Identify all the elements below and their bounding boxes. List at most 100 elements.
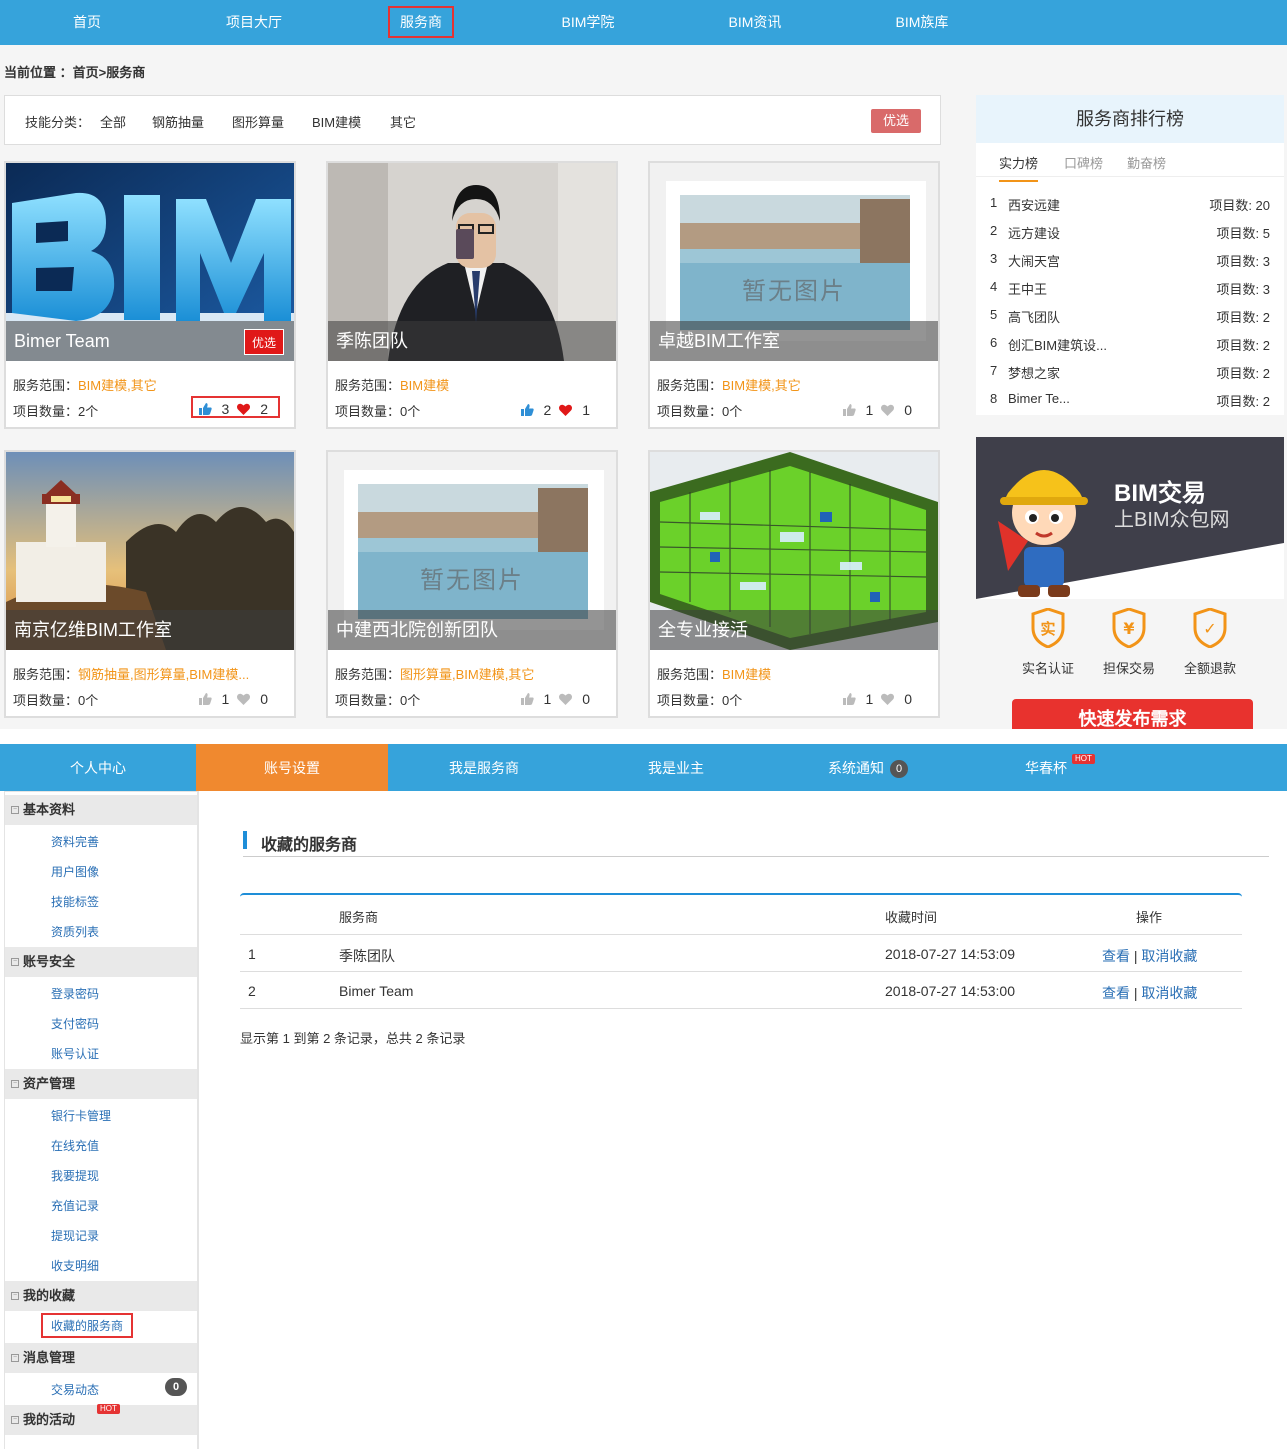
sidebar-group-account-security[interactable]: − 账号安全 bbox=[5, 947, 197, 977]
provider-card[interactable]: 暂无图片 中建西北院创新团队 服务范围：图形算量,BIM建模,其它 项目数量：0… bbox=[326, 450, 618, 718]
sidebar-item-profile[interactable]: 资料完善 bbox=[51, 833, 99, 850]
cancel-favorite-link[interactable]: 取消收藏 bbox=[1141, 948, 1197, 964]
collapse-icon: − bbox=[11, 1416, 19, 1424]
sidebar-item-avatar[interactable]: 用户图像 bbox=[51, 863, 99, 880]
nav-project-hall[interactable]: 项目大厅 bbox=[194, 0, 314, 45]
thumbs-up-icon[interactable] bbox=[198, 693, 212, 705]
provider-card[interactable]: Bimer Team 优选 服务范围：BIM建模,其它 项目数量：2个 3 2 bbox=[4, 161, 296, 429]
thumbs-up-icon[interactable] bbox=[198, 403, 212, 415]
account-settings-page: 个人中心 账号设置 我是服务商 我是业主 系统通知 0 华春杯 HOT − 基本资料… bbox=[0, 744, 1287, 1449]
provider-card[interactable]: 全专业接活 服务范围：BIM建模 项目数量：0个 1 0 bbox=[648, 450, 940, 718]
tab-reputation[interactable]: 口碑榜 bbox=[1064, 153, 1103, 172]
card-stats: 1 0 bbox=[837, 399, 922, 421]
card-title[interactable]: 季陈团队 bbox=[328, 321, 616, 361]
nav-service-provider[interactable]: 服务商 bbox=[361, 0, 481, 45]
thumbs-up-icon[interactable] bbox=[520, 404, 534, 416]
sidebar-item-favorite-providers[interactable]: 收藏的服务商 bbox=[41, 1313, 134, 1338]
like-count: 2 bbox=[543, 402, 552, 418]
filter-option-all[interactable]: 全部 bbox=[100, 112, 126, 131]
favorite-count: 0 bbox=[582, 691, 590, 707]
sidebar-item-recharge-records[interactable]: 充值记录 bbox=[51, 1197, 99, 1214]
provider-card[interactable]: 季陈团队 服务范围：BIM建模 项目数量：0个 2 1 bbox=[326, 161, 618, 429]
sidebar-item-qualifications[interactable]: 资质列表 bbox=[51, 923, 99, 940]
header-actions: 操作 bbox=[1136, 910, 1163, 925]
main-content: 收藏的服务商 服务商 收藏时间 操作 1 季陈团队 2018-07-27 14:… bbox=[198, 791, 1287, 1449]
card-stats: 1 0 bbox=[515, 688, 600, 710]
ranking-title: 服务商排行榜 bbox=[976, 95, 1284, 143]
heart-icon[interactable] bbox=[559, 693, 573, 705]
project-count: 项目数量：2个 bbox=[13, 404, 99, 419]
nav-bim-family-library[interactable]: BIM族库 bbox=[862, 0, 982, 45]
tab-i-am-owner[interactable]: 我是业主 bbox=[580, 744, 772, 791]
card-title[interactable]: 全专业接活 bbox=[650, 610, 938, 650]
svg-text:✓: ✓ bbox=[1203, 619, 1216, 638]
tab-personal-center[interactable]: 个人中心 bbox=[0, 744, 196, 791]
user-center-tabbar: 个人中心 账号设置 我是服务商 我是业主 系统通知 0 华春杯 HOT bbox=[0, 744, 1287, 791]
heart-icon[interactable] bbox=[237, 693, 251, 705]
tab-system-notice[interactable]: 系统通知 0 bbox=[772, 744, 964, 791]
svg-text:¥: ¥ bbox=[1123, 619, 1134, 638]
provider-card[interactable]: 暂无图片 卓越BIM工作室 服务范围：BIM建模,其它 项目数量：0个 1 0 bbox=[648, 161, 940, 429]
sidebar-item-withdraw-records[interactable]: 提现记录 bbox=[51, 1227, 99, 1244]
favorite-count: 1 bbox=[582, 402, 590, 418]
service-scope: 服务范围：BIM建模 bbox=[335, 378, 450, 393]
sidebar-item-login-password[interactable]: 登录密码 bbox=[51, 985, 99, 1002]
tab-strength[interactable]: 实力榜 bbox=[999, 153, 1039, 182]
view-link[interactable]: 查看 bbox=[1102, 948, 1130, 964]
no-image-text: 暂无图片 bbox=[742, 278, 846, 305]
sidebar-item-transactions[interactable]: 收支明细 bbox=[51, 1257, 99, 1274]
sidebar-item-account-verify[interactable]: 账号认证 bbox=[51, 1045, 99, 1062]
bim-trade-banner[interactable]: BIM交易 上BIM众包网 bbox=[976, 437, 1284, 599]
feature-guarantee: ¥ 担保交易 bbox=[1089, 600, 1169, 677]
service-scope: 服务范围：钢筋抽量,图形算量,BIM建模... bbox=[13, 667, 250, 682]
sidebar-item-pay-password[interactable]: 支付密码 bbox=[51, 1015, 99, 1032]
filter-option-rebar[interactable]: 钢筋抽量 bbox=[152, 112, 204, 131]
sidebar-item-skill-tags[interactable]: 技能标签 bbox=[51, 893, 99, 910]
thumbs-up-icon[interactable] bbox=[520, 693, 534, 705]
card-stats: 1 0 bbox=[193, 688, 278, 710]
filter-option-graphic[interactable]: 图形算量 bbox=[232, 112, 284, 131]
filter-option-other[interactable]: 其它 bbox=[390, 112, 416, 131]
thumbs-up-icon[interactable] bbox=[842, 693, 856, 705]
sidebar-group-basic-info[interactable]: − 基本资料 bbox=[5, 795, 197, 825]
collapse-icon: − bbox=[11, 1292, 19, 1300]
collapse-icon: − bbox=[11, 1080, 19, 1088]
card-title[interactable]: 南京亿维BIM工作室 bbox=[6, 610, 294, 650]
ranking-tabs: 实力榜 口碑榜 勤奋榜 bbox=[976, 143, 1284, 182]
filter-option-bim[interactable]: BIM建模 bbox=[312, 112, 361, 131]
heart-icon[interactable] bbox=[237, 403, 251, 415]
sidebar-group-assets[interactable]: − 资产管理 bbox=[5, 1069, 197, 1099]
heart-icon[interactable] bbox=[559, 404, 573, 416]
collapse-icon: − bbox=[11, 1354, 19, 1362]
heart-icon[interactable] bbox=[881, 404, 895, 416]
nav-bim-academy[interactable]: BIM学院 bbox=[528, 0, 648, 45]
view-link[interactable]: 查看 bbox=[1102, 985, 1130, 1001]
header-time: 收藏时间 bbox=[885, 910, 938, 925]
thumbs-up-icon[interactable] bbox=[842, 404, 856, 416]
cancel-favorite-link[interactable]: 取消收藏 bbox=[1141, 985, 1197, 1001]
check-shield-icon: ✓ bbox=[1193, 608, 1227, 648]
table-row: 2 Bimer Team 2018-07-27 14:53:00 查看 | 取消… bbox=[240, 972, 1242, 1009]
tab-account-settings[interactable]: 账号设置 bbox=[196, 744, 388, 791]
sidebar-item-bank-cards[interactable]: 银行卡管理 bbox=[51, 1107, 111, 1124]
tab-i-am-provider[interactable]: 我是服务商 bbox=[388, 744, 580, 791]
sidebar-item-recharge[interactable]: 在线充值 bbox=[51, 1137, 99, 1154]
card-title[interactable]: 中建西北院创新团队 bbox=[328, 610, 616, 650]
provider-ranking-panel: 服务商排行榜 实力榜 口碑榜 勤奋榜 1 西安远建 项目数: 20 2 远方建设 项目数… bbox=[976, 95, 1284, 415]
preferred-button[interactable]: 优选 bbox=[871, 109, 921, 133]
tab-huachun-cup[interactable]: 华春杯 bbox=[964, 744, 1128, 791]
sidebar-item-withdraw[interactable]: 我要提现 bbox=[51, 1167, 99, 1184]
nav-bim-news[interactable]: BIM资讯 bbox=[695, 0, 815, 45]
feature-label: 全额退款 bbox=[1183, 661, 1236, 676]
publish-demand-button[interactable]: 快速发布需求 bbox=[1012, 699, 1253, 729]
card-title[interactable]: 卓越BIM工作室 bbox=[650, 321, 938, 361]
provider-card[interactable]: 南京亿维BIM工作室 服务范围：钢筋抽量,图形算量,BIM建模... 项目数量：… bbox=[4, 450, 296, 718]
yuan-shield-icon: ¥ bbox=[1112, 608, 1146, 648]
heart-icon[interactable] bbox=[881, 693, 895, 705]
tab-diligence[interactable]: 勤奋榜 bbox=[1127, 153, 1166, 172]
sidebar-item-trade-news[interactable]: 交易动态 bbox=[51, 1381, 99, 1398]
sidebar-group-messages[interactable]: − 消息管理 bbox=[5, 1343, 197, 1373]
nav-home[interactable]: 首页 bbox=[27, 0, 147, 45]
sidebar-group-favorites[interactable]: − 我的收藏 bbox=[5, 1281, 197, 1311]
feature-label: 担保交易 bbox=[1102, 661, 1155, 676]
